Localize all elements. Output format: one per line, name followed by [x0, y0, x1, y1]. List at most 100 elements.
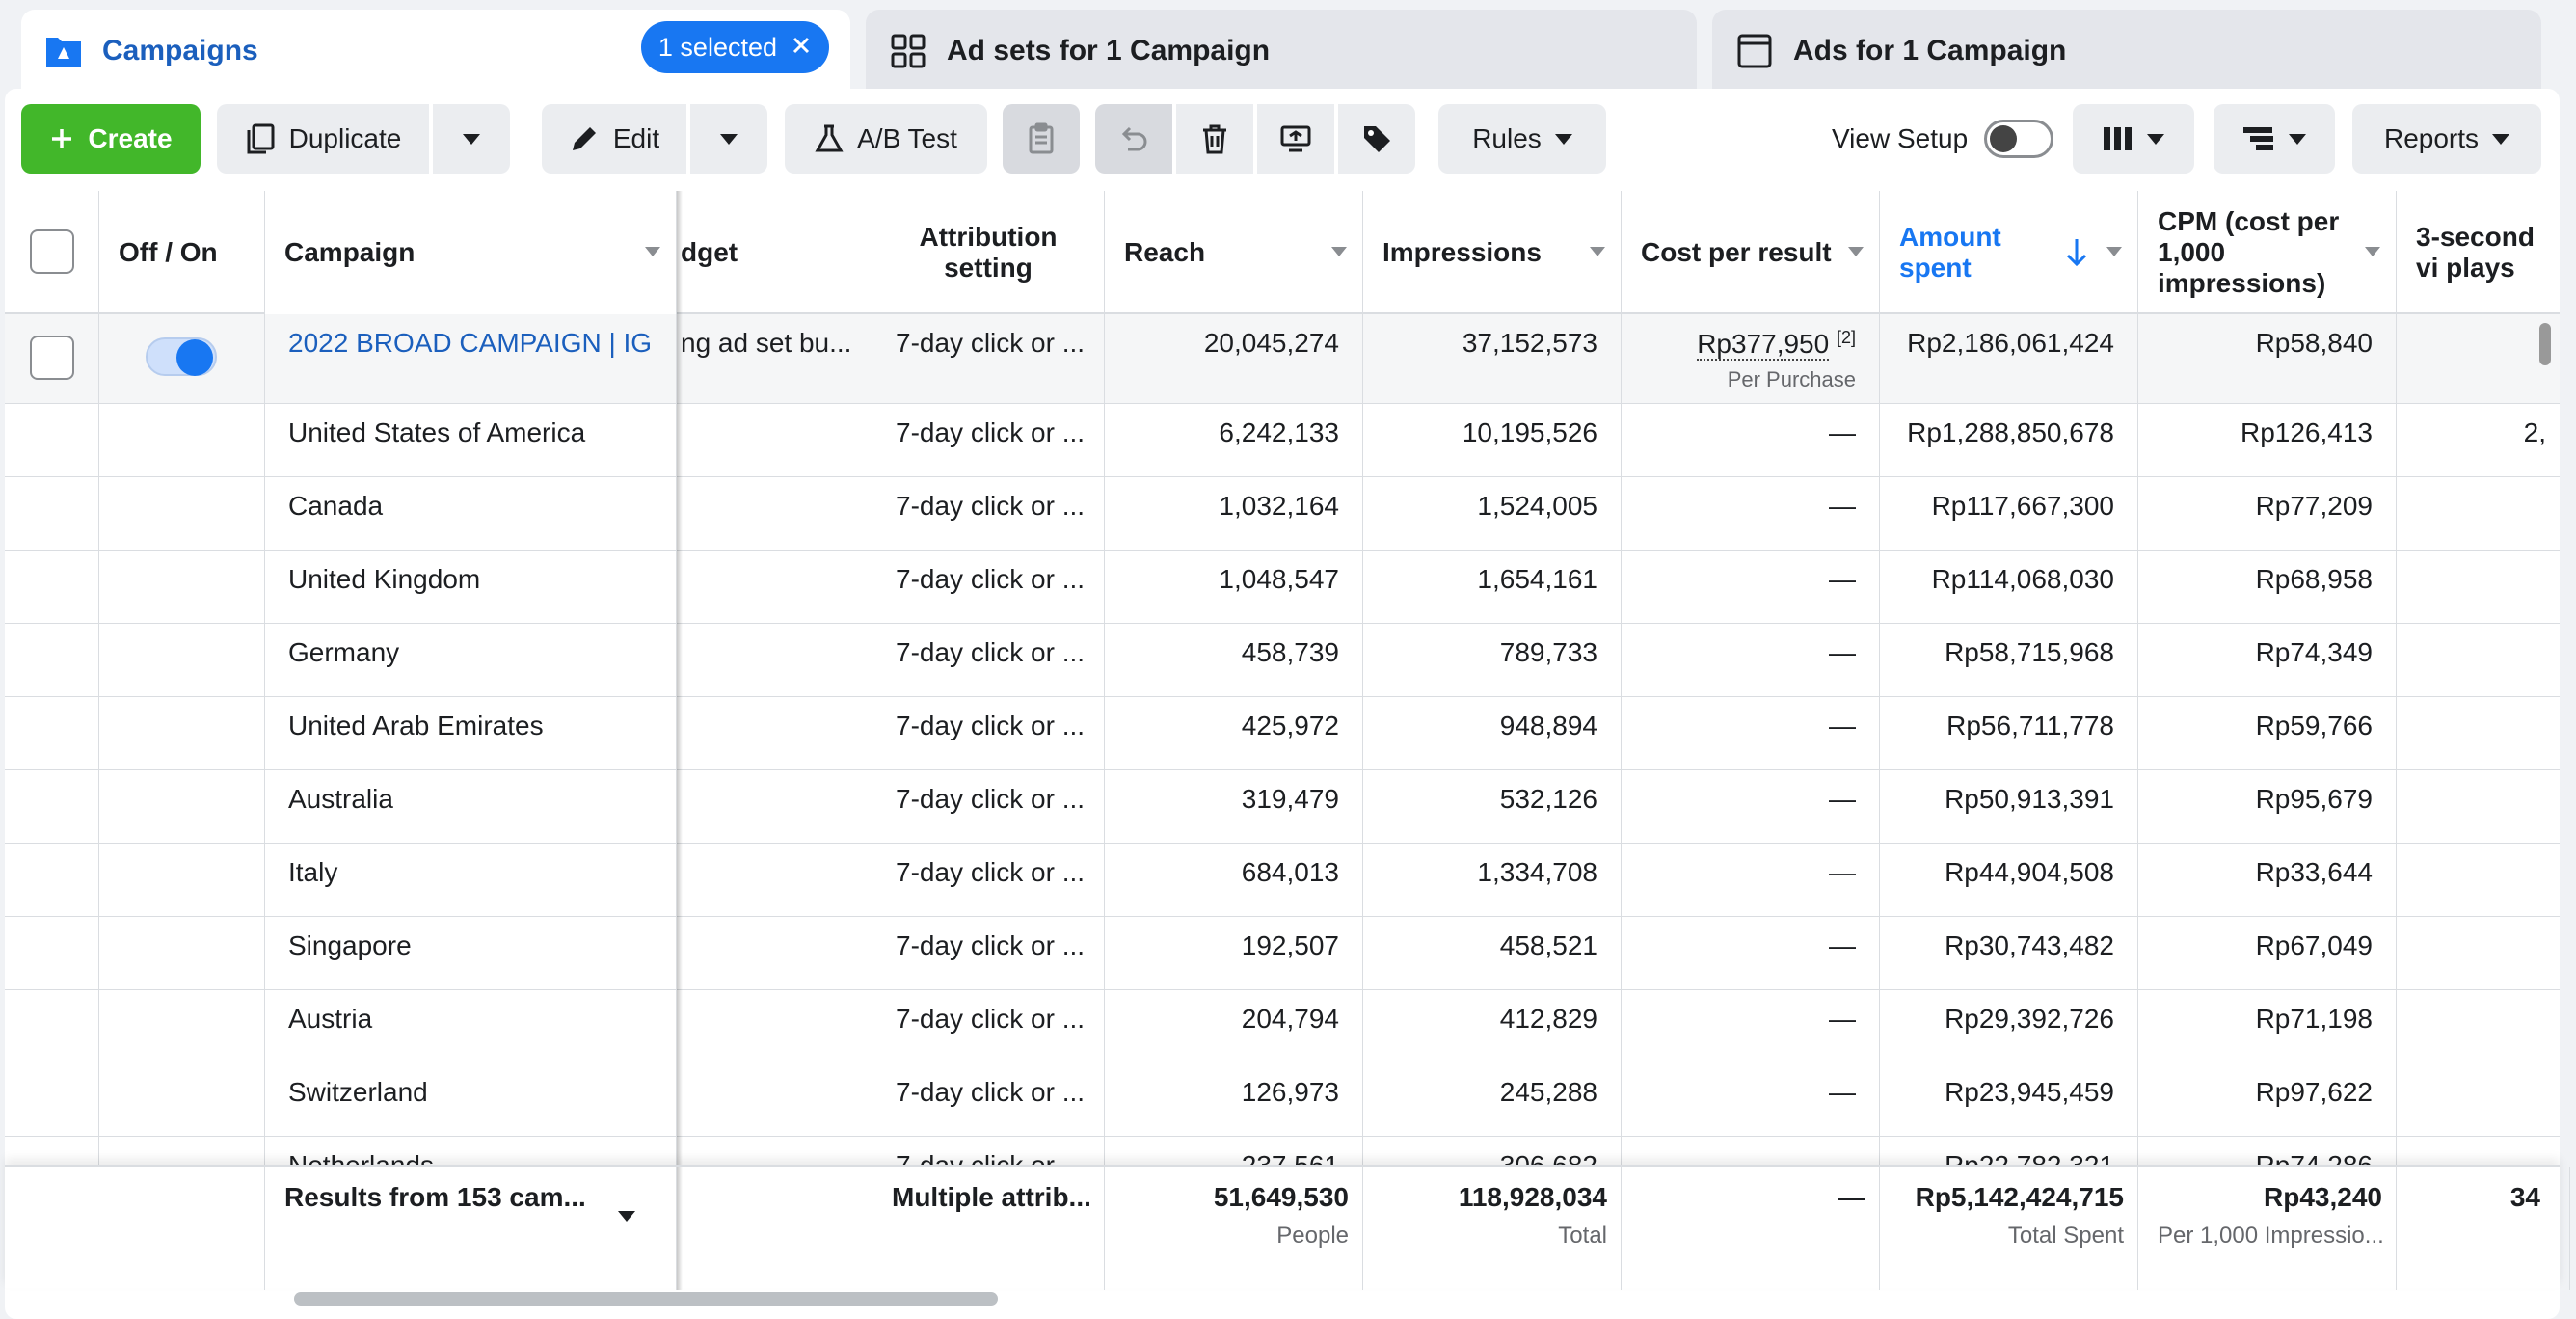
- row-toggle-cell: [99, 1137, 265, 1165]
- budget-cell: [677, 1063, 872, 1136]
- preview-button[interactable]: [1257, 104, 1334, 174]
- table-row[interactable]: 7-day click or ... 319,479 532,126— Rp50,91…: [5, 770, 2560, 844]
- amount-spent-cell: Rp117,667,300: [1880, 477, 2138, 550]
- budget-cell: [677, 624, 872, 696]
- footer-impressions-sub: Total: [1558, 1223, 1607, 1249]
- clipboard-button[interactable]: [1003, 104, 1080, 174]
- three-second-cell: [2397, 697, 2560, 769]
- reach-cell: 458,739: [1105, 624, 1363, 696]
- cpm-cell: Rp58,840: [2138, 314, 2397, 403]
- table-row[interactable]: 7-day click or ... 192,507 458,521— Rp30,74…: [5, 917, 2560, 990]
- footer-cpm-value: Rp43,240: [2264, 1182, 2382, 1212]
- reach-cell: 20,045,274: [1105, 314, 1363, 403]
- campaign-name-link[interactable]: 2022 BROAD CAMPAIGN | IG: [288, 328, 652, 358]
- table-row[interactable]: 7-day click or ... 1,032,164 1,524,005— Rp1…: [5, 477, 2560, 551]
- chevron-down-icon: [1554, 133, 1572, 145]
- rules-label: Rules: [1472, 123, 1542, 153]
- column-impressions[interactable]: Impressions: [1363, 191, 1622, 314]
- table-row[interactable]: 7-day click or ... 458,739 789,733— Rp58,71…: [5, 624, 2560, 697]
- column-reach[interactable]: Reach: [1105, 191, 1363, 314]
- sort-caret-icon: [1848, 247, 1864, 256]
- table-row[interactable]: 7-day click or ... 425,972 948,894— Rp56,71…: [5, 697, 2560, 770]
- campaign-row[interactable]: ng ad set bu... 7-day click or ... 20,04…: [5, 314, 2560, 404]
- cost-per-result-cell: —: [1622, 917, 1880, 989]
- impressions-cell: 458,521: [1363, 917, 1622, 989]
- selected-count-pill[interactable]: 1 selected: [640, 21, 829, 73]
- table-row[interactable]: 7-day click or ... 126,973 245,288— Rp23,94…: [5, 1063, 2560, 1137]
- impressions-cell: 1,524,005: [1363, 477, 1622, 550]
- vertical-scrollbar[interactable]: [2539, 323, 2551, 365]
- column-campaign[interactable]: Campaign: [265, 191, 677, 314]
- column-amount-spent[interactable]: Amount spent: [1880, 191, 2138, 314]
- rules-button[interactable]: Rules: [1438, 104, 1606, 174]
- clear-selection-icon[interactable]: [791, 33, 812, 63]
- reach-cell: 684,013: [1105, 844, 1363, 916]
- breakdown-name-cell: Italy: [265, 844, 677, 916]
- amount-spent-cell: Rp22,782,321: [1880, 1137, 2138, 1165]
- edit-button[interactable]: Edit: [542, 104, 686, 174]
- sort-caret-icon: [645, 247, 660, 256]
- ab-test-button[interactable]: A/B Test: [785, 104, 987, 174]
- columns-icon: [2104, 127, 2132, 150]
- columns-button[interactable]: [2073, 104, 2194, 174]
- table-row[interactable]: 7-day click or ... 1,048,547 1,654,161— Rp1…: [5, 551, 2560, 624]
- cost-per-result-cell: —: [1622, 624, 1880, 696]
- reports-button[interactable]: Reports: [2352, 104, 2541, 174]
- table-row[interactable]: 7-day click or ...237,561306,682—Rp22,78…: [5, 1137, 2560, 1165]
- undo-button[interactable]: [1095, 104, 1172, 174]
- column-budget[interactable]: dget: [677, 191, 872, 314]
- cpm-cell: Rp68,958: [2138, 551, 2397, 623]
- impressions-cell: 412,829: [1363, 990, 1622, 1063]
- tab-ad-sets[interactable]: Ad sets for 1 Campaign: [866, 10, 1697, 92]
- select-all-checkbox[interactable]: [30, 229, 74, 274]
- column-cost-per-result[interactable]: Cost per result: [1622, 191, 1880, 314]
- column-cpm[interactable]: CPM (cost per 1,000 impressions): [2138, 191, 2397, 314]
- delete-button[interactable]: [1176, 104, 1253, 174]
- table-row[interactable]: 7-day click or ... 684,013 1,334,708— Rp44,…: [5, 844, 2560, 917]
- breakdown-name-cell: Austria: [265, 990, 677, 1063]
- table-row[interactable]: 7-day click or ... 6,242,133 10,195,526— Rp…: [5, 404, 2560, 477]
- three-second-cell: [2397, 844, 2560, 916]
- column-three-second-plays[interactable]: 3-second vi plays: [2397, 191, 2560, 314]
- three-second-cell: ,: [2397, 314, 2560, 403]
- campaign-table: Off / On dget Attribution setting Reach …: [5, 191, 2560, 1165]
- footer-three-second-cell: 34: [2397, 1167, 2570, 1290]
- chevron-down-icon: [720, 133, 738, 145]
- footer-results-cell[interactable]: Results from 153 cam...: [265, 1167, 677, 1290]
- create-button[interactable]: Create: [21, 104, 201, 174]
- row-checkbox[interactable]: [30, 336, 74, 380]
- cpm-cell: Rp97,622: [2138, 1063, 2397, 1136]
- view-setup-toggle[interactable]: [1984, 120, 2053, 158]
- tab-campaigns[interactable]: Campaigns 1 selected: [21, 10, 850, 92]
- cost-per-result-note: [2]: [1836, 328, 1856, 347]
- edit-dropdown-button[interactable]: [690, 104, 767, 174]
- cost-per-result-value[interactable]: Rp377,950: [1697, 329, 1830, 362]
- tag-button[interactable]: [1338, 104, 1415, 174]
- duplicate-button[interactable]: Duplicate: [217, 104, 429, 174]
- clipboard-icon: [1029, 122, 1054, 154]
- breakdown-button[interactable]: [2214, 104, 2335, 174]
- row-toggle-cell: [99, 990, 265, 1063]
- duplicate-dropdown-button[interactable]: [433, 104, 510, 174]
- cpm-cell: Rp74,349: [2138, 624, 2397, 696]
- tab-ads[interactable]: Ads for 1 Campaign: [1712, 10, 2541, 92]
- footer-cpm-cell: Rp43,240 Per 1,000 Impressio...: [2138, 1167, 2397, 1290]
- reports-label: Reports: [2383, 123, 2480, 153]
- breakdown-name-cell: Singapore: [265, 917, 677, 989]
- campaign-on-off-toggle[interactable]: [146, 337, 217, 376]
- tab-ad-sets-label: Ad sets for 1 Campaign: [947, 34, 1271, 67]
- row-toggle-cell: [99, 770, 265, 843]
- reach-cell: 425,972: [1105, 697, 1363, 769]
- cost-per-result-cell: —: [1622, 990, 1880, 1063]
- row-checkbox-cell: [5, 1063, 99, 1136]
- table-row[interactable]: 7-day click or ... 204,794 412,829— Rp29,39…: [5, 990, 2560, 1063]
- column-attribution-setting[interactable]: Attribution setting: [872, 191, 1105, 314]
- column-off-on[interactable]: Off / On: [99, 191, 265, 314]
- impressions-cell: 306,682: [1363, 1137, 1622, 1165]
- sort-caret-icon: [1331, 247, 1347, 256]
- row-checkbox-cell: [5, 917, 99, 989]
- column-reach-label: Reach: [1124, 237, 1206, 267]
- cpm-cell: Rp77,209: [2138, 477, 2397, 550]
- amount-spent-cell: Rp50,913,391: [1880, 770, 2138, 843]
- horizontal-scrollbar[interactable]: [294, 1292, 998, 1306]
